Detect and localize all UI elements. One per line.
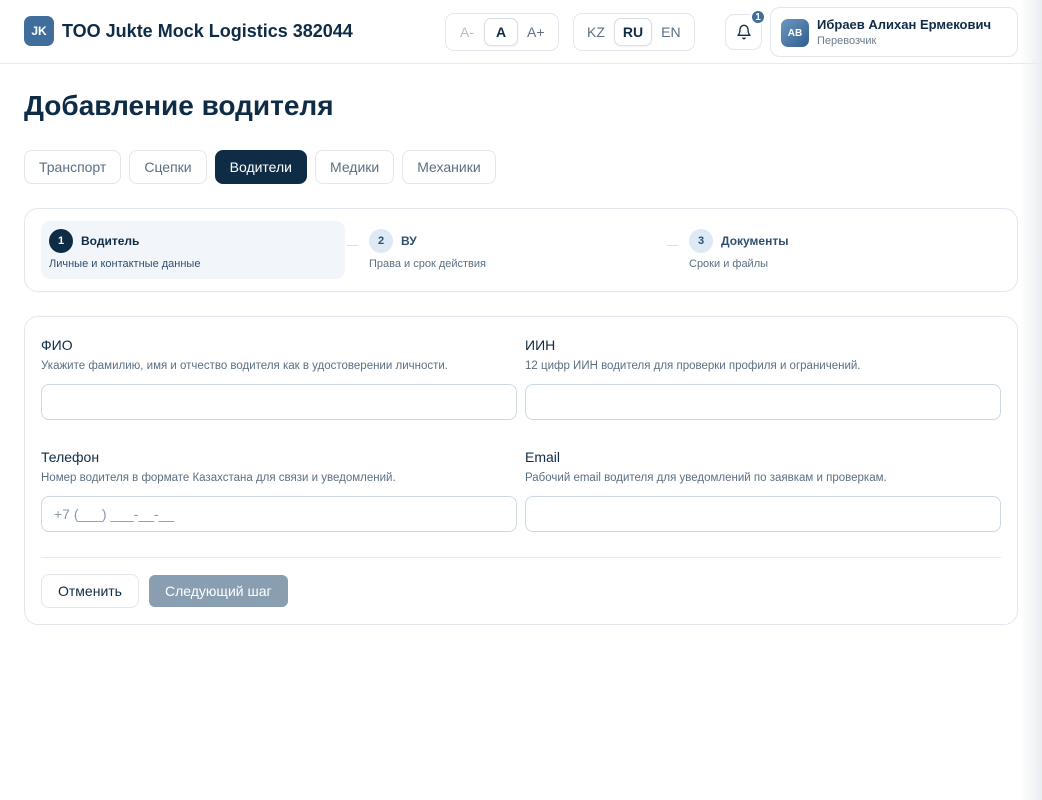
font-normal-button[interactable]: A bbox=[484, 18, 518, 46]
phone-input[interactable] bbox=[41, 496, 517, 532]
tab-trailers[interactable]: Сцепки bbox=[129, 150, 207, 184]
step-title: Водитель bbox=[81, 234, 140, 248]
font-increase-button[interactable]: A+ bbox=[518, 18, 554, 46]
iin-label: ИИН bbox=[525, 337, 556, 353]
email-hint: Рабочий email водителя для уведомлений п… bbox=[525, 472, 887, 484]
lang-kz-button[interactable]: KZ bbox=[578, 18, 614, 46]
page-title: Добавление водителя bbox=[24, 90, 334, 121]
font-size-switcher: A- A A+ bbox=[445, 13, 559, 51]
next-step-button[interactable]: Следующий шаг bbox=[149, 575, 288, 607]
user-name: Ибраев Алихан Ермекович bbox=[817, 17, 992, 32]
font-decrease-button[interactable]: A- bbox=[450, 18, 484, 46]
fio-field-group: ФИО Укажите фамилию, имя и отчество води… bbox=[41, 337, 517, 420]
tab-drivers[interactable]: Водители bbox=[214, 150, 307, 184]
step-title: ВУ bbox=[401, 234, 417, 248]
step-license[interactable]: 2 ВУ Права и срок действия bbox=[361, 221, 665, 279]
fio-hint: Укажите фамилию, имя и отчество водителя… bbox=[41, 360, 448, 372]
tab-mechanics[interactable]: Механики bbox=[402, 150, 496, 184]
form-divider bbox=[41, 557, 1001, 558]
notifications-badge: 1 bbox=[750, 9, 766, 25]
tab-medics[interactable]: Медики bbox=[315, 150, 395, 184]
step-driver[interactable]: 1 Водитель Личные и контактные данные bbox=[41, 221, 345, 279]
fio-input[interactable] bbox=[41, 384, 517, 420]
company-logo: JK bbox=[24, 16, 54, 46]
user-menu[interactable]: AB Ибраев Алихан Ермекович Перевозчик bbox=[770, 7, 1018, 57]
step-subtitle: Личные и контактные данные bbox=[49, 258, 201, 270]
step-subtitle: Сроки и файлы bbox=[689, 258, 769, 270]
company-name: TOO Jukte Mock Logistics 382044 bbox=[62, 21, 353, 41]
step-documents[interactable]: 3 Документы Сроки и файлы bbox=[681, 221, 985, 279]
language-switcher: KZ RU EN bbox=[573, 13, 695, 51]
email-input[interactable] bbox=[525, 496, 1001, 532]
email-field-group: Email Рабочий email водителя для уведомл… bbox=[525, 449, 1001, 532]
iin-hint: 12 цифр ИИН водителя для проверки профил… bbox=[525, 360, 861, 372]
iin-input[interactable] bbox=[525, 384, 1001, 420]
avatar: AB bbox=[781, 19, 809, 47]
step-number: 2 bbox=[369, 229, 393, 253]
cancel-button[interactable]: Отменить bbox=[41, 574, 139, 608]
phone-field-group: Телефон Номер водителя в формате Казахст… bbox=[41, 449, 517, 532]
step-title: Документы bbox=[721, 234, 789, 248]
bell-icon bbox=[736, 24, 751, 40]
step-number: 1 bbox=[49, 229, 73, 253]
wizard-stepper: 1 Водитель Личные и контактные данные 2 … bbox=[24, 208, 1018, 292]
app-header: JK TOO Jukte Mock Logistics 382044 A- A … bbox=[0, 0, 1042, 64]
user-role: Перевозчик bbox=[817, 35, 877, 47]
driver-form: ФИО Укажите фамилию, имя и отчество води… bbox=[24, 316, 1018, 625]
step-connector bbox=[667, 245, 678, 246]
section-tabs: Транспорт Сцепки Водители Медики Механик… bbox=[24, 150, 496, 184]
scroll-shadow bbox=[1020, 0, 1042, 800]
step-subtitle: Права и срок действия bbox=[369, 258, 487, 270]
iin-field-group: ИИН 12 цифр ИИН водителя для проверки пр… bbox=[525, 337, 1001, 420]
fio-label: ФИО bbox=[41, 337, 73, 353]
lang-en-button[interactable]: EN bbox=[652, 18, 689, 46]
step-number: 3 bbox=[689, 229, 713, 253]
step-connector bbox=[347, 245, 358, 246]
email-label: Email bbox=[525, 449, 561, 465]
phone-label: Телефон bbox=[41, 449, 100, 465]
tab-transport[interactable]: Транспорт bbox=[24, 150, 122, 184]
lang-ru-button[interactable]: RU bbox=[613, 18, 653, 46]
phone-hint: Номер водителя в формате Казахстана для … bbox=[41, 472, 396, 484]
